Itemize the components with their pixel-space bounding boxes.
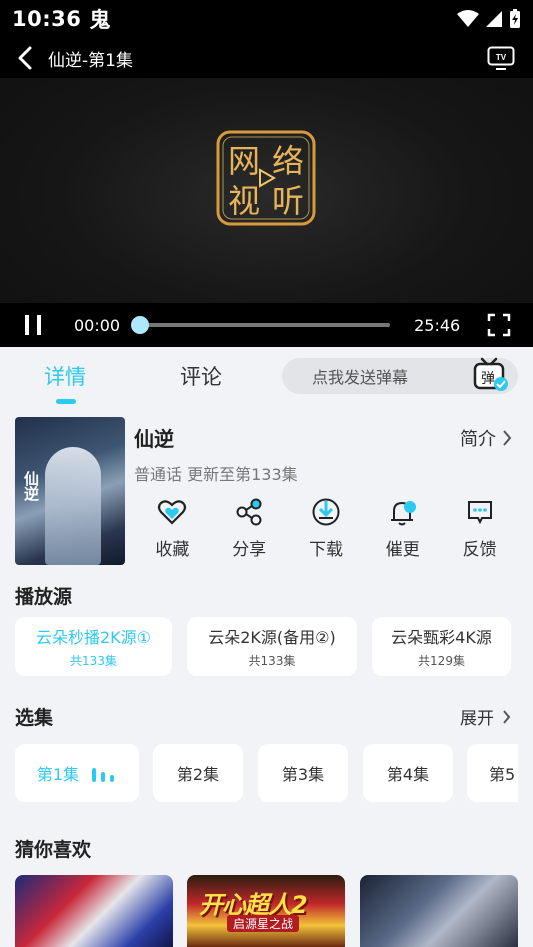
- network-seal-logo: 网 络 视 听: [216, 130, 316, 226]
- source-card[interactable]: 云朵秒播2K源① 共133集: [15, 617, 172, 676]
- episode-label: 第4集: [386, 765, 430, 784]
- intro-label: 简介: [460, 429, 496, 450]
- episode-label: 第3集: [281, 765, 325, 784]
- download-button[interactable]: 下载: [288, 497, 365, 565]
- download-label: 下载: [308, 540, 343, 560]
- bell-icon: [390, 501, 416, 526]
- recommendation-card[interactable]: 开心超人2 启源星之战: [187, 875, 345, 947]
- episode-list: 第1集 第2集 第3集 第4集 第5: [15, 744, 518, 803]
- episode-button[interactable]: 第3集: [258, 744, 348, 802]
- recommendation-card[interactable]: [360, 875, 518, 947]
- show-info-card: 仙逆 仙逆 简介 普通话 更新至第133集 收藏 分享 下载 催更 反馈: [15, 417, 518, 567]
- source-count: 共129集: [418, 654, 465, 668]
- urge-update-label: 催更: [385, 540, 420, 560]
- seal-glyph-3: 视: [228, 182, 260, 220]
- show-poster[interactable]: 仙逆: [15, 417, 125, 565]
- episode-button[interactable]: 第2集: [153, 744, 243, 802]
- share-label: 分享: [232, 540, 267, 560]
- expand-label: 展开: [460, 709, 494, 729]
- status-time: 10:36: [12, 7, 82, 31]
- expand-episodes-link[interactable]: 展开: [460, 704, 511, 729]
- episode-title: 仙逆-第1集: [48, 50, 133, 71]
- heart-icon: [158, 500, 187, 525]
- feedback-label: 反馈: [462, 540, 497, 560]
- seal-glyph-2: 络: [272, 142, 304, 180]
- danmaku-icon[interactable]: 弹: [472, 356, 510, 394]
- recommendation-list: 开心超人2 启源星之战: [15, 875, 518, 947]
- pause-icon[interactable]: [22, 313, 44, 337]
- total-time: 25:46: [414, 315, 461, 335]
- signal-icon: [486, 11, 502, 27]
- playing-bars-icon: [92, 768, 115, 782]
- danmaku-placeholder: 点我发送弹幕: [312, 368, 409, 387]
- fullscreen-icon[interactable]: [487, 313, 511, 337]
- source-name: 云朵秒播2K源①: [35, 628, 152, 647]
- status-app-glyph: 鬼: [89, 8, 111, 32]
- status-bar: 10:36 鬼: [0, 0, 533, 38]
- wifi-icon: [457, 10, 479, 27]
- source-card[interactable]: 云朵2K源(备用②) 共133集: [187, 617, 357, 676]
- tv-cast-icon[interactable]: TV: [487, 46, 515, 70]
- active-tab-indicator: [56, 399, 76, 404]
- danmaku-input[interactable]: 点我发送弹幕 弹: [282, 356, 518, 394]
- episode-button[interactable]: 第5: [467, 744, 518, 802]
- player-top-bar: 仙逆-第1集 TV: [0, 38, 533, 78]
- favorite-label: 收藏: [155, 540, 190, 560]
- recommendations-title: 猜你喜欢: [15, 839, 92, 861]
- source-count: 共133集: [70, 654, 117, 668]
- feedback-icon: [467, 501, 492, 525]
- episode-label: 第1集: [36, 765, 80, 784]
- source-count: 共133集: [248, 654, 296, 668]
- episode-button[interactable]: 第1集: [15, 744, 139, 802]
- source-name: 云朵甄彩4K源: [391, 628, 492, 647]
- share-icon: [236, 498, 262, 526]
- seal-glyph-1: 网: [228, 142, 260, 180]
- recommendation-card[interactable]: [15, 875, 173, 947]
- source-card[interactable]: 云朵甄彩4K源 共129集: [372, 617, 511, 676]
- svg-text:TV: TV: [496, 53, 507, 62]
- status-icons: [457, 9, 521, 29]
- urge-update-button[interactable]: 催更: [364, 497, 441, 565]
- poster-title: 仙逆: [22, 471, 40, 501]
- tabs-row: 详情 评论 点我发送弹幕 弹: [0, 347, 533, 409]
- poster-figure: [45, 447, 101, 565]
- episode-button[interactable]: 第4集: [363, 744, 453, 802]
- sources-title: 播放源: [15, 586, 73, 608]
- feedback-button[interactable]: 反馈: [441, 497, 518, 565]
- share-button[interactable]: 分享: [211, 497, 288, 565]
- video-player[interactable]: 仙逆-第1集 TV 网 络 视 听 00:00 25:46: [0, 38, 533, 347]
- back-arrow-icon[interactable]: [18, 46, 32, 70]
- details-sheet: 详情 评论 点我发送弹幕 弹 仙逆 仙逆 简介 普通话 更新至第133集 收藏 …: [0, 347, 533, 947]
- episode-label: 第5: [489, 765, 516, 784]
- source-list: 云朵秒播2K源① 共133集 云朵2K源(备用②) 共133集 云朵甄彩4K源 …: [15, 617, 525, 677]
- chevron-right-icon: [503, 430, 512, 446]
- show-title: 仙逆: [134, 427, 174, 451]
- seal-glyph-4: 听: [272, 182, 304, 220]
- chevron-right-icon: [503, 709, 511, 724]
- source-name: 云朵2K源(备用②): [208, 628, 336, 647]
- seek-bar[interactable]: [131, 316, 391, 334]
- intro-link[interactable]: 简介: [460, 425, 512, 451]
- episodes-title: 选集: [15, 707, 54, 729]
- show-meta: 普通话 更新至第133集: [134, 465, 298, 484]
- player-controls: 00:00 25:46: [0, 303, 533, 347]
- battery-icon: [510, 9, 520, 28]
- download-icon: [312, 498, 340, 526]
- current-time: 00:00: [74, 315, 121, 335]
- tab-details[interactable]: 详情: [44, 361, 86, 391]
- episode-label: 第2集: [176, 765, 220, 784]
- seek-thumb[interactable]: [131, 316, 150, 334]
- action-row: 收藏 分享 下载 催更 反馈: [134, 497, 518, 565]
- danmaku-icon-glyph: 弹: [481, 371, 495, 387]
- favorite-button[interactable]: 收藏: [134, 497, 211, 565]
- tab-comments[interactable]: 评论: [180, 361, 222, 391]
- recommendation-subcaption: 启源星之战: [227, 915, 300, 932]
